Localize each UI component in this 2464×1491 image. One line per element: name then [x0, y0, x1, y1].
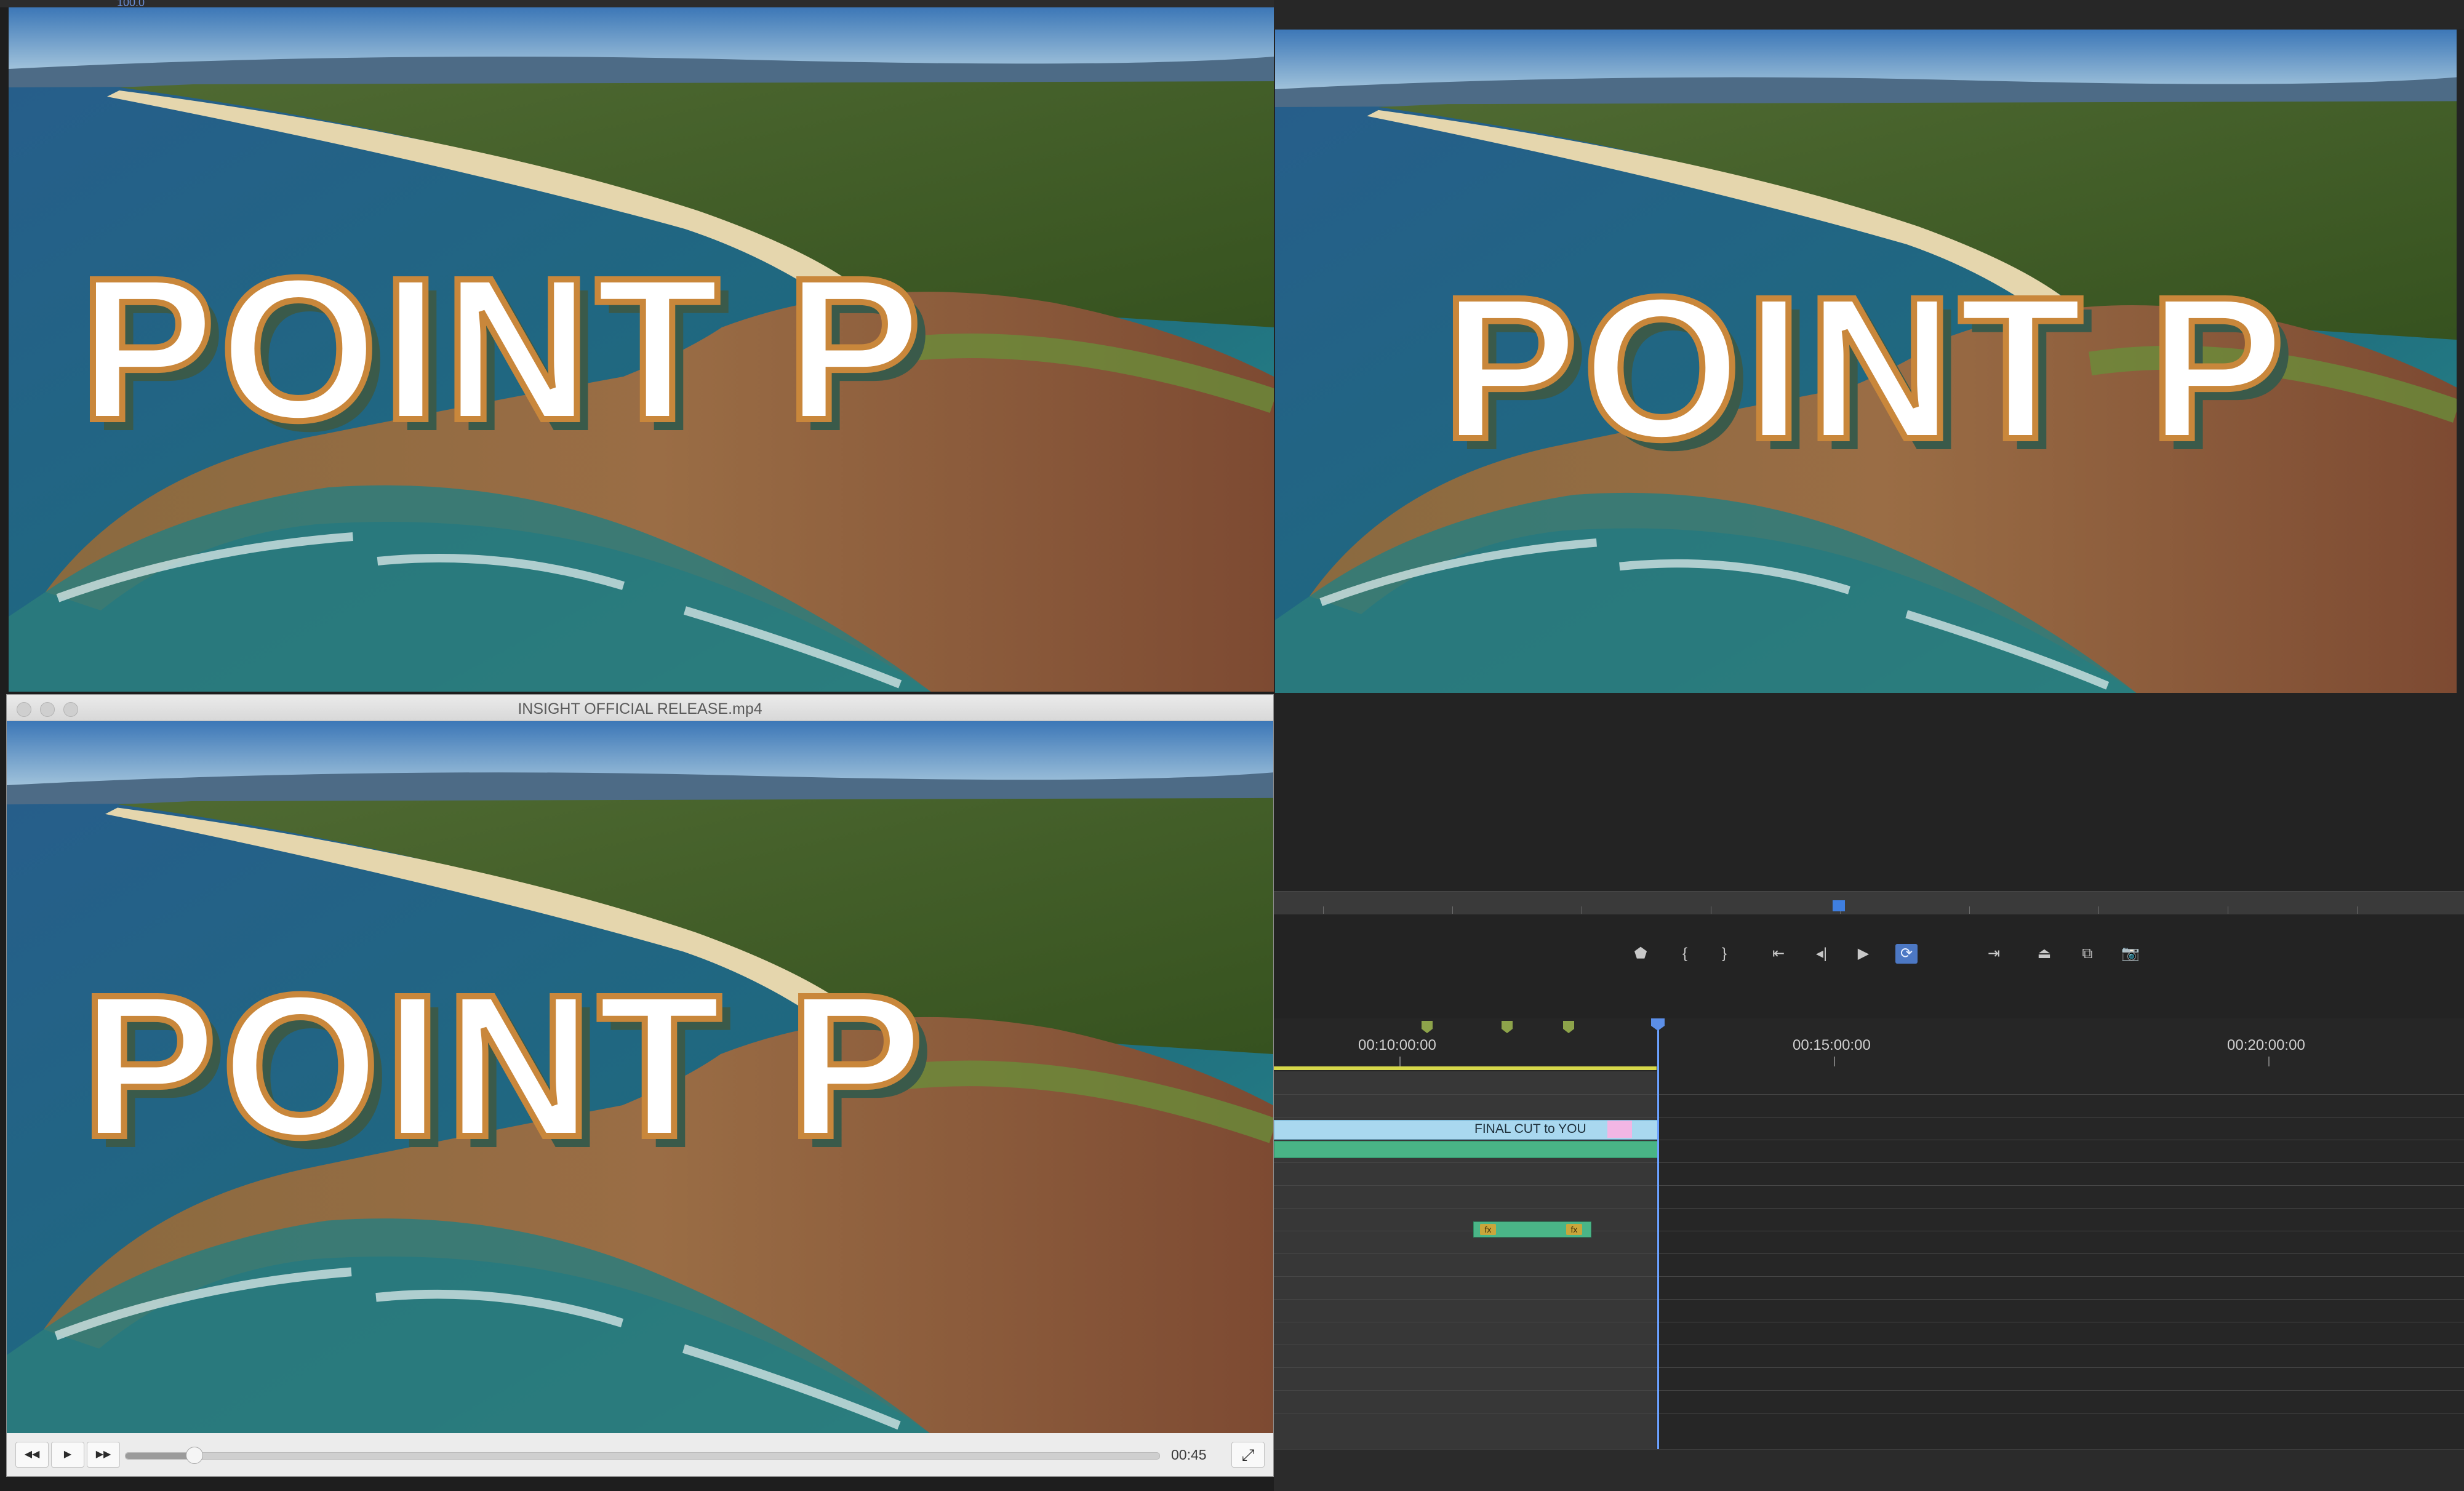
ruler-tick	[1969, 906, 1970, 914]
lift-icon[interactable]: ⏏	[2033, 944, 2055, 964]
time-remaining: 00:45	[1171, 1447, 1207, 1463]
export-frame-icon[interactable]: 📷	[2119, 944, 2142, 964]
title-card-text-quicktime: POINT P	[78, 949, 929, 1182]
timeline-marker[interactable]	[1502, 1021, 1513, 1033]
top-strip: 100.0	[0, 0, 1274, 9]
track-divider	[1274, 1162, 2464, 1163]
timeline-ruler[interactable]: 00:10:00:00 00:15:00:00 00:20:00:00	[1274, 1018, 2464, 1068]
track-divider	[1274, 1185, 2464, 1186]
track-divider	[1274, 1367, 2464, 1368]
ruler-tick	[2268, 1057, 2270, 1066]
title-card-text: POINT P	[1439, 251, 2290, 484]
ruler-tick	[2357, 906, 2358, 914]
transport-controls: ⬟ { } ⇤ ◂| ▶ ⟳ ⇥ ⏏ ⧉ 📷	[1274, 914, 2464, 983]
track-divider	[1274, 1208, 2464, 1209]
program-mini-ruler[interactable]	[1274, 891, 2464, 915]
scrubber-track[interactable]	[125, 1447, 1160, 1464]
quicktime-player-window: INSIGHT OFFICIAL RELEASE.mp4 POINT P ◀◀ …	[6, 694, 1274, 1477]
track-divider	[1274, 1299, 2464, 1300]
mark-in-icon[interactable]: {	[1674, 944, 1696, 964]
program-title-overlay: POINT P	[1275, 251, 2457, 485]
extract-icon[interactable]: ⧉	[2076, 944, 2098, 964]
quicktime-video[interactable]: POINT P	[7, 721, 1273, 1433]
video-clip[interactable]: FINAL CUT to YOU	[1274, 1120, 1658, 1140]
rewind-button[interactable]: ◀◀	[15, 1442, 49, 1468]
fullscreen-button[interactable]: ⤢	[1231, 1442, 1265, 1468]
ruler-tick	[1452, 906, 1453, 914]
marker-icon[interactable]: ⬟	[1630, 944, 1652, 964]
timeline-marker[interactable]	[1563, 1021, 1574, 1033]
ruler-tick	[1399, 1057, 1401, 1066]
video-clip-label: FINAL CUT to YOU	[1474, 1122, 1586, 1136]
quicktime-titlebar[interactable]: INSIGHT OFFICIAL RELEASE.mp4	[7, 695, 1273, 721]
timeline-playhead-line[interactable]	[1657, 1018, 1659, 1490]
window-title: INSIGHT OFFICIAL RELEASE.mp4	[518, 700, 762, 718]
fast-forward-button[interactable]: ▶▶	[87, 1442, 120, 1468]
audio-clip-short[interactable]: fx fx	[1473, 1221, 1591, 1237]
go-to-out-icon[interactable]: ⇥	[1983, 944, 2005, 964]
work-area-bar[interactable]	[1274, 1066, 1657, 1070]
pink-clip[interactable]	[1607, 1121, 1632, 1138]
timeline-empty-area	[1658, 1071, 2464, 1490]
timeline-panel: 00:10:00:00 00:15:00:00 00:20:00:00 FINA…	[1274, 1018, 2464, 1491]
scrubber-progress	[126, 1453, 194, 1459]
scrubber-knob[interactable]	[185, 1447, 203, 1464]
source-title-overlay: POINT P	[0, 232, 1135, 466]
track-divider	[1274, 1094, 2464, 1095]
go-to-in-icon[interactable]: ⇤	[1767, 944, 1790, 964]
timecode-15-min: 00:15:00:00	[1793, 1037, 1871, 1053]
timecode-10-min: 00:10:00:00	[1358, 1037, 1436, 1053]
source-monitor-video[interactable]: POINT P	[9, 7, 1274, 692]
mark-out-icon[interactable]: }	[1713, 944, 1735, 964]
track-divider	[1274, 1276, 2464, 1277]
track-divider	[1274, 1253, 2464, 1254]
timeline-marker[interactable]	[1422, 1021, 1433, 1033]
program-panel-header	[1274, 0, 2464, 30]
quicktime-controls: ◀◀ ▶ ▶▶ 00:45 ⤢	[7, 1433, 1273, 1476]
timeline-scrollbar[interactable]	[1274, 1449, 2464, 1491]
audio-clip[interactable]	[1274, 1141, 1658, 1158]
ruler-tick	[1834, 1057, 1835, 1066]
loop-icon[interactable]: ⟳	[1895, 944, 1918, 964]
program-monitor-video[interactable]: POINT P	[1275, 30, 2457, 693]
quicktime-title-overlay: POINT P	[0, 949, 1138, 1183]
step-back-icon[interactable]: ◂|	[1810, 944, 1833, 964]
timecode-20-min: 00:20:00:00	[2227, 1037, 2305, 1053]
play-icon[interactable]: ▶	[1852, 944, 1874, 964]
ruler-tick	[1323, 906, 1324, 914]
fx-badge-end: fx	[1566, 1224, 1582, 1235]
play-button[interactable]: ▶	[51, 1442, 84, 1468]
title-card-text-source: POINT P	[76, 232, 927, 465]
program-playhead[interactable]	[1833, 900, 1845, 911]
ruler-tick	[2098, 906, 2099, 914]
track-divider	[1274, 1390, 2464, 1391]
fx-badge: fx	[1480, 1224, 1496, 1235]
